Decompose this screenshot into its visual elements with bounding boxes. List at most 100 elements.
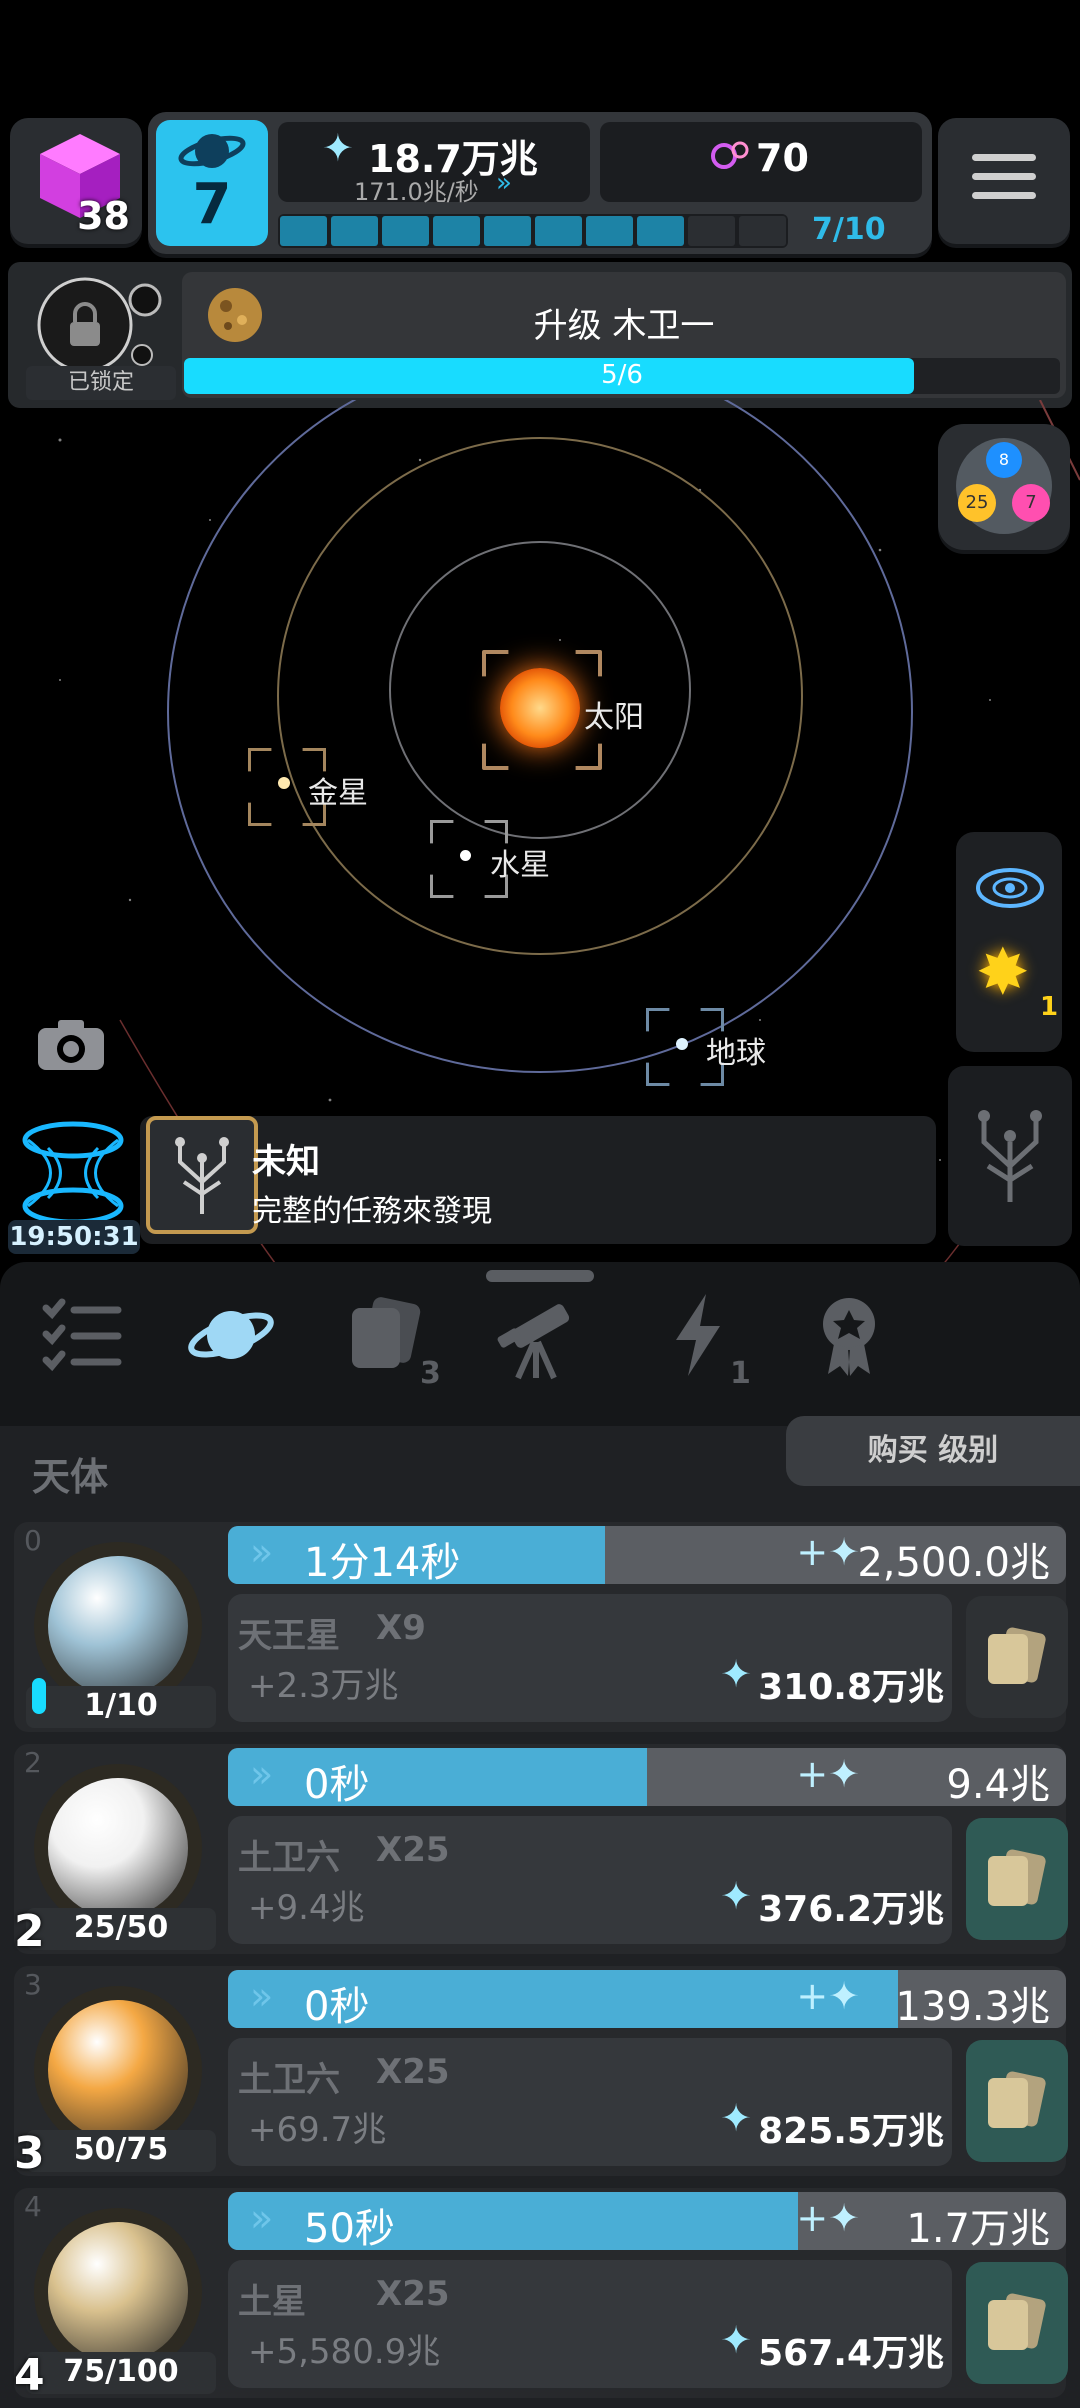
level-progress-segment bbox=[382, 216, 429, 246]
row-mult: X25 bbox=[376, 2052, 450, 2092]
venus-dot-icon bbox=[278, 777, 290, 789]
moon-cluster-button[interactable]: 8 25 7 bbox=[938, 424, 1070, 550]
level-progress-segment bbox=[739, 216, 786, 246]
quest-card[interactable]: 未知 完整的任務來發現 bbox=[140, 1116, 936, 1244]
row-badge: 3 bbox=[14, 2128, 45, 2179]
row-gain: +69.7兆 bbox=[248, 2110, 387, 2150]
lock-moon-icon bbox=[37, 277, 162, 373]
row-mult: X9 bbox=[376, 1608, 426, 1648]
list-row[interactable]: 2 25/50 2 » 0秒 +✦ 9.4兆 土卫六 X25 +9.4兆 ✦ 3… bbox=[14, 1744, 1068, 1957]
level-progress-segment bbox=[637, 216, 684, 246]
wormhole-timer[interactable]: 19:50:31 bbox=[8, 1118, 140, 1258]
card-button[interactable] bbox=[966, 1596, 1068, 1718]
reward-plus-sparkle-icon: +✦ bbox=[796, 1974, 860, 2018]
sun[interactable] bbox=[482, 650, 602, 770]
row-index: 2 bbox=[24, 1746, 42, 1779]
orb-icon bbox=[711, 141, 749, 169]
time-bar: » 0秒 +✦ 139.3兆 bbox=[228, 1970, 1066, 2030]
level-progress-segment bbox=[433, 216, 480, 246]
orbit-view-icon[interactable] bbox=[974, 860, 1046, 916]
venus-label: 金星 bbox=[308, 776, 368, 811]
row-name: 天王星 bbox=[238, 1616, 340, 1656]
planet-count: 1/10 bbox=[84, 1688, 158, 1723]
orbs-value: 70 bbox=[756, 136, 809, 180]
row-index: 3 bbox=[24, 1968, 42, 2001]
camera-icon[interactable] bbox=[36, 1016, 106, 1072]
planet-icon bbox=[34, 1542, 202, 1710]
locked-label: 已锁定 bbox=[26, 366, 176, 400]
cost-card[interactable]: 土卫六 X25 +9.4兆 ✦ 376.2万兆 bbox=[228, 1816, 952, 1944]
row-badge: 2 bbox=[14, 1906, 45, 1957]
row-cost: 825.5万兆 bbox=[758, 2111, 944, 2152]
row-name: 土卫六 bbox=[238, 2060, 340, 2100]
card-button[interactable] bbox=[966, 2262, 1068, 2384]
list-row[interactable]: 3 50/75 3 » 0秒 +✦ 139.3兆 土卫六 X25 +69.7兆 … bbox=[14, 1966, 1068, 2179]
locked-moon[interactable]: 已锁定 bbox=[16, 270, 176, 400]
buy-level-button[interactable]: 购买 级别 bbox=[786, 1416, 1080, 1486]
level-progress-segment bbox=[586, 216, 633, 246]
star-burst-icon[interactable]: ✸ bbox=[976, 936, 1030, 1010]
cost-card[interactable]: 土卫六 X25 +69.7兆 ✦ 825.5万兆 bbox=[228, 2038, 952, 2166]
tab-telescope-icon[interactable] bbox=[490, 1290, 580, 1380]
level-button[interactable]: 7 bbox=[156, 120, 268, 246]
star-count: 1 bbox=[1040, 992, 1059, 1022]
cube-count: 38 bbox=[77, 194, 130, 238]
tab-tasks-icon[interactable] bbox=[36, 1290, 126, 1380]
row-gain: +9.4兆 bbox=[248, 1888, 365, 1928]
timer-text: 19:50:31 bbox=[8, 1220, 140, 1254]
wormhole-icon bbox=[22, 1121, 124, 1225]
reward-plus-sparkle-icon: +✦ bbox=[796, 1752, 860, 1796]
row-index: 4 bbox=[24, 2190, 42, 2223]
menu-button[interactable] bbox=[938, 118, 1070, 244]
upgrade-panel: 已锁定 升级 木卫一 5/6 bbox=[8, 262, 1072, 408]
card-button[interactable] bbox=[966, 1818, 1068, 1940]
row-name: 土星 bbox=[238, 2282, 306, 2322]
fast-forward-icon: » bbox=[250, 1974, 274, 2018]
row-cost: 567.4万兆 bbox=[758, 2333, 944, 2374]
drag-handle[interactable] bbox=[486, 1270, 594, 1282]
card-button[interactable] bbox=[966, 2040, 1068, 2162]
cost-card[interactable]: 土星 X25 +5,580.9兆 ✦ 567.4万兆 bbox=[228, 2260, 952, 2388]
cost-sparkle-icon: ✦ bbox=[720, 2096, 752, 2140]
time-bar: » 1分14秒 +✦ 2,500.0兆 bbox=[228, 1526, 1066, 1586]
row-cost: 376.2万兆 bbox=[758, 1889, 944, 1930]
list-header: 天体 bbox=[32, 1455, 109, 1499]
earth-label: 地球 bbox=[706, 1036, 766, 1071]
time-bar: » 0秒 +✦ 9.4兆 bbox=[228, 1748, 1066, 1808]
cards-icon bbox=[986, 2070, 1048, 2128]
menu-icon bbox=[972, 154, 1036, 199]
tab-achievements-icon[interactable] bbox=[804, 1290, 894, 1380]
sun-label: 太阳 bbox=[584, 700, 644, 735]
row-cost: 310.8万兆 bbox=[758, 1667, 944, 1708]
skill-tree-button[interactable] bbox=[948, 1066, 1072, 1246]
planet-count: 75/100 bbox=[63, 2354, 179, 2389]
planet-count: 25/50 bbox=[73, 1910, 169, 1945]
cards-icon bbox=[986, 2292, 1048, 2350]
quest-desc: 完整的任務來發現 bbox=[252, 1194, 492, 1229]
planet-count-box: 25/50 bbox=[26, 1908, 216, 1950]
row-time: 50秒 bbox=[304, 2206, 395, 2252]
row-time: 0秒 bbox=[304, 1984, 370, 2030]
row-gain: +2.3万兆 bbox=[248, 1666, 399, 1706]
cost-sparkle-icon: ✦ bbox=[720, 1652, 752, 1696]
level-progress-segment bbox=[331, 216, 378, 246]
cluster-bubbles: 8 25 7 bbox=[956, 438, 1052, 534]
list-row[interactable]: 0 1/10 » 1分14秒 +✦ 2,500.0兆 天王星 X9 +2.3万兆… bbox=[14, 1522, 1068, 1732]
upgrade-box[interactable]: 升级 木卫一 5/6 bbox=[182, 272, 1066, 398]
row-reward: 2,500.0兆 bbox=[857, 1540, 1050, 1586]
tab-planets-icon[interactable] bbox=[186, 1290, 276, 1380]
level-progress bbox=[278, 214, 788, 248]
planet-count-box: 50/75 bbox=[26, 2130, 216, 2172]
cost-sparkle-icon: ✦ bbox=[720, 2318, 752, 2362]
cards-badge: 3 bbox=[420, 1356, 441, 1391]
row-gain: +5,580.9兆 bbox=[248, 2332, 441, 2372]
cards-icon bbox=[986, 1848, 1048, 1906]
cost-card[interactable]: 天王星 X9 +2.3万兆 ✦ 310.8万兆 bbox=[228, 1594, 952, 1722]
list-row[interactable]: 4 75/100 4 » 50秒 +✦ 1.7万兆 土星 X25 +5,580.… bbox=[14, 2188, 1068, 2401]
fast-forward-icon: » bbox=[250, 1530, 274, 1574]
cube-button[interactable]: 38 bbox=[10, 118, 142, 244]
planet-icon bbox=[178, 134, 246, 168]
row-mult: X25 bbox=[376, 1830, 450, 1870]
orbs-box: 70 bbox=[600, 122, 922, 202]
count-progress-pill bbox=[32, 1678, 46, 1714]
